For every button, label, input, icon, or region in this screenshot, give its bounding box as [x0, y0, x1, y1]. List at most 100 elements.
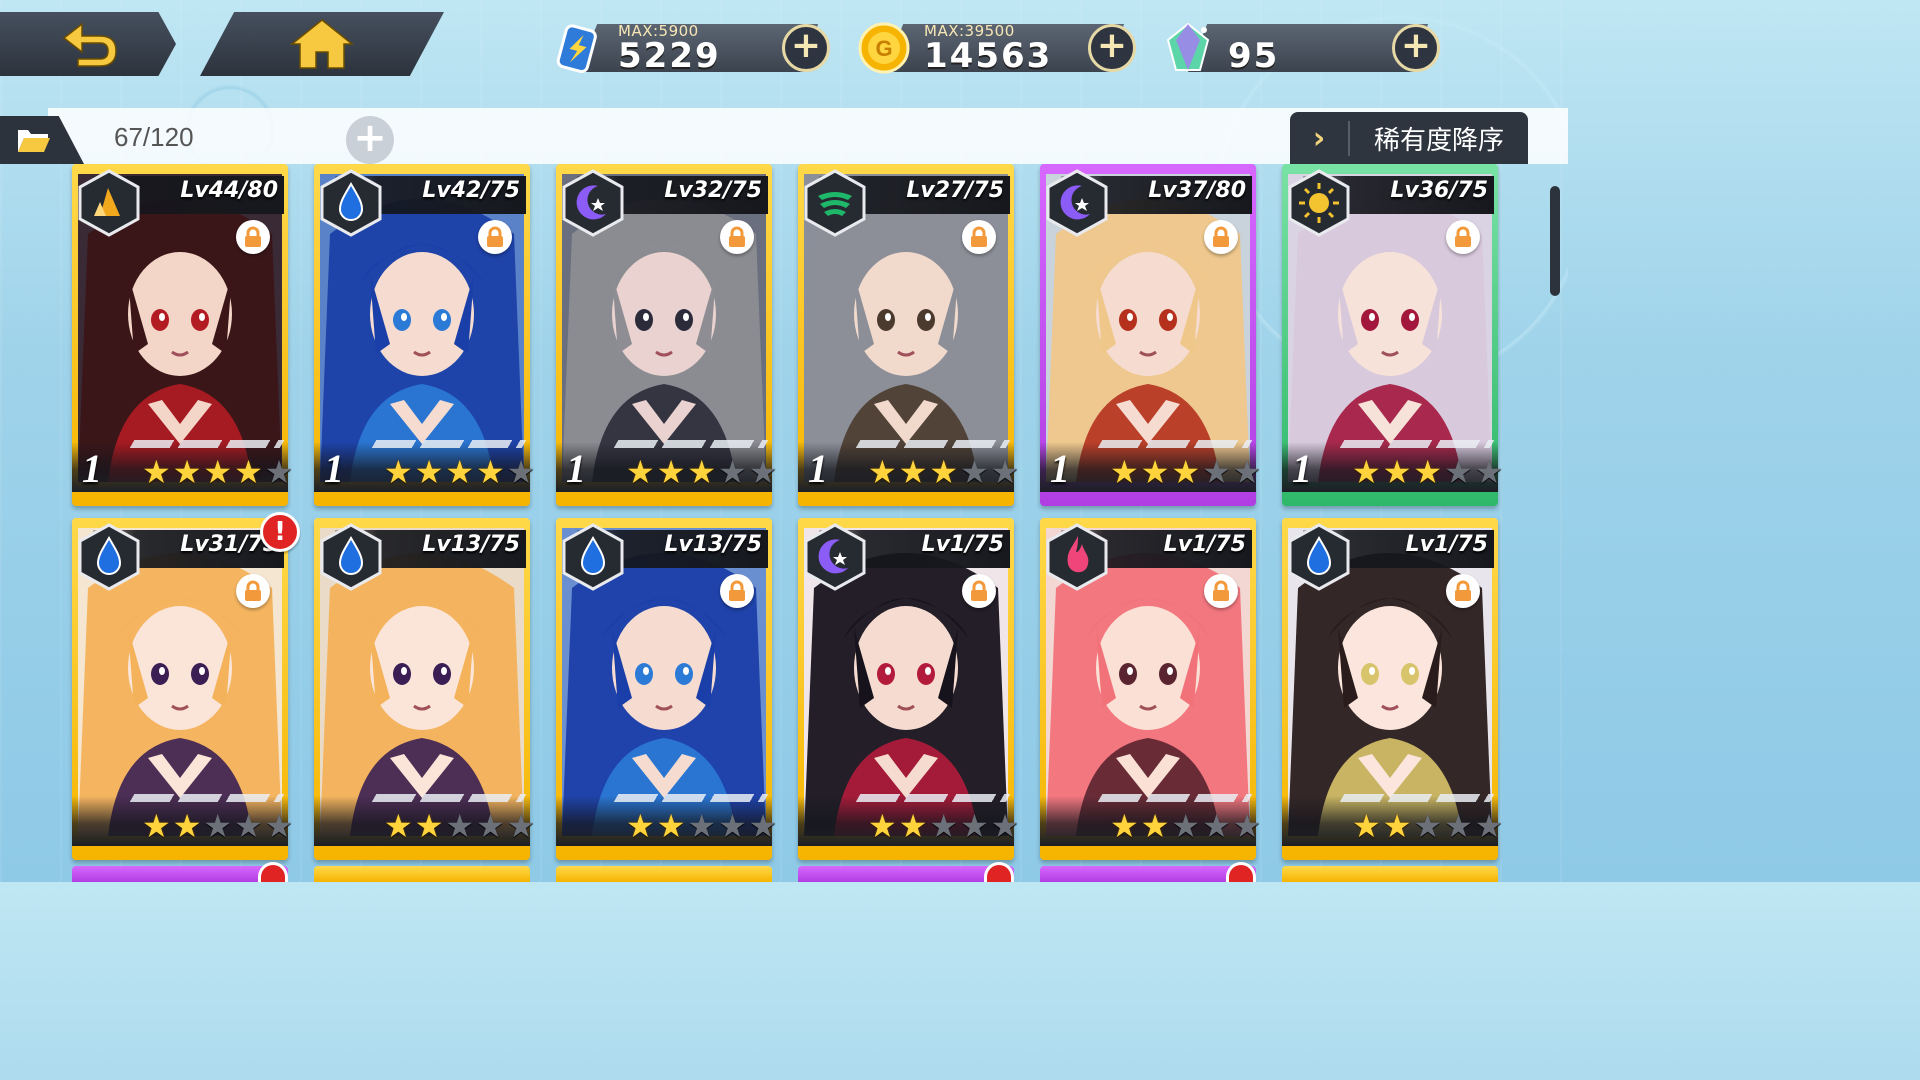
character-card[interactable]: Lv44/80 1 ★ ★ ★ ★ ★: [72, 164, 293, 506]
character-card[interactable]: Lv13/75 ★ ★ ★ ★ ★: [556, 518, 777, 860]
star-icon: ★: [1202, 807, 1231, 845]
lock-icon[interactable]: [1446, 220, 1480, 254]
sort-label: 稀有度降序: [1373, 125, 1504, 156]
star-icon: ★: [264, 807, 294, 845]
character-card[interactable]: Lv1/75 ★ ★ ★ ★ ★: [798, 518, 1019, 860]
character-grid: Lv44/80 1 ★ ★ ★ ★ ★ Lv42/75 1 ★ ★ ★ ★ ★ Lv32/75 1 ★ ★ ★ ★ ★ L…: [0, 160, 1568, 882]
character-card[interactable]: Lv36/75 1 ★ ★ ★ ★ ★: [1282, 164, 1503, 506]
character-card[interactable]: Lv13/75 ★ ★ ★ ★ ★: [314, 518, 535, 860]
star-icon: ★: [1444, 453, 1473, 491]
rarity-stars: ★ ★ ★ ★ ★: [384, 810, 535, 842]
star-icon: ★: [898, 807, 928, 845]
rarity-stars: ★ ★ ★ ★ ★: [626, 810, 777, 842]
card-stripes: [129, 440, 285, 448]
card-stripes: [1097, 440, 1253, 448]
card-stripes: [1097, 794, 1253, 802]
star-icon: ★: [960, 453, 989, 491]
character-card-peek[interactable]: [1282, 866, 1498, 882]
lock-icon[interactable]: [236, 220, 270, 254]
lock-icon[interactable]: [720, 220, 754, 254]
character-card-peek[interactable]: [1040, 866, 1256, 882]
lock-icon[interactable]: [720, 574, 754, 608]
plus-icon: +: [1400, 25, 1432, 66]
character-card[interactable]: Lv31/75 ★ ★ ★ ★ ★!: [72, 512, 300, 860]
gems-resource: 95 +: [1160, 20, 1440, 76]
inventory-count: 67/120: [114, 122, 194, 152]
star-icon: ★: [142, 453, 171, 491]
plus-icon: +: [1096, 25, 1128, 66]
lock-icon[interactable]: [962, 220, 996, 254]
star-icon: ★: [656, 807, 686, 845]
star-icon: ★: [1202, 453, 1231, 491]
star-icon: ★: [868, 453, 897, 491]
star-icon: ★: [414, 453, 444, 491]
water-element-icon: [316, 168, 386, 238]
lock-icon[interactable]: [1204, 220, 1238, 254]
character-card-peek[interactable]: [72, 866, 288, 882]
water-element-icon: [316, 522, 386, 592]
character-card[interactable]: Lv1/75 ★ ★ ★ ★ ★: [1040, 518, 1261, 860]
copy-count: 1: [1050, 446, 1070, 491]
character-card[interactable]: Lv1/75 ★ ★ ★ ★ ★: [1282, 518, 1503, 860]
card-stripes: [855, 794, 1011, 802]
star-icon: ★: [929, 453, 959, 491]
rarity-stars: ★ ★ ★ ★ ★: [1110, 456, 1261, 488]
add-stamina-button[interactable]: +: [782, 24, 830, 72]
gold-coin-icon: G: [856, 20, 912, 76]
star-icon: ★: [1140, 453, 1170, 491]
water-element-icon: [74, 522, 144, 592]
character-card-peek[interactable]: [798, 866, 1014, 882]
battery-bolt-icon: [550, 20, 606, 76]
rarity-stars: ★ ★ ★ ★ ★: [1352, 810, 1503, 842]
star-icon: ★: [1232, 453, 1262, 491]
sort-button[interactable]: › 稀有度降序: [1290, 112, 1528, 164]
lock-icon[interactable]: [1446, 574, 1480, 608]
add-gold-button[interactable]: +: [1088, 24, 1136, 72]
star-icon: ★: [445, 453, 475, 491]
star-icon: ★: [990, 807, 1020, 845]
inventory-toolbar: 67/120 + › 稀有度降序: [0, 104, 1568, 164]
star-icon: ★: [142, 807, 171, 845]
star-icon: ★: [1352, 807, 1381, 845]
star-icon: ★: [1140, 807, 1170, 845]
rarity-stars: ★ ★ ★ ★ ★: [868, 810, 1019, 842]
star-icon: ★: [1232, 807, 1262, 845]
plus-icon: +: [790, 25, 822, 66]
lock-icon[interactable]: [478, 220, 512, 254]
star-icon: ★: [172, 453, 202, 491]
star-icon: ★: [414, 807, 444, 845]
character-card[interactable]: Lv27/75 1 ★ ★ ★ ★ ★: [798, 164, 1019, 506]
home-button[interactable]: [200, 12, 444, 76]
wind-element-icon: [800, 168, 870, 238]
star-icon: ★: [718, 807, 747, 845]
lock-icon[interactable]: [962, 574, 996, 608]
back-button[interactable]: [0, 12, 176, 76]
character-card[interactable]: Lv37/80 1 ★ ★ ★ ★ ★: [1040, 164, 1261, 506]
star-icon: ★: [990, 453, 1020, 491]
star-icon: ★: [476, 807, 505, 845]
star-icon: ★: [626, 807, 655, 845]
card-stripes: [613, 440, 769, 448]
level-label: Lv44/80: [180, 178, 278, 203]
card-stripes: [613, 794, 769, 802]
earth-element-icon: [74, 168, 144, 238]
star-icon: ★: [718, 453, 747, 491]
folder-icon: [18, 130, 50, 152]
crystal-icon: [1160, 20, 1216, 76]
character-card[interactable]: Lv42/75 1 ★ ★ ★ ★ ★: [314, 164, 535, 506]
star-icon: ★: [384, 807, 413, 845]
dark-element-icon: [800, 522, 870, 592]
lock-icon[interactable]: [236, 574, 270, 608]
character-card-peek[interactable]: [556, 866, 772, 882]
lock-icon[interactable]: [1204, 574, 1238, 608]
star-icon: ★: [1110, 807, 1139, 845]
resource-value: 95: [1228, 36, 1280, 76]
add-gems-button[interactable]: +: [1392, 24, 1440, 72]
star-icon: ★: [445, 807, 475, 845]
top-bar: MAX:5900 5229 + G MAX:39500 14563 +95 +: [0, 0, 1568, 100]
star-icon: ★: [1474, 453, 1504, 491]
character-card-peek[interactable]: [314, 866, 530, 882]
expand-inventory-button[interactable]: +: [346, 116, 394, 164]
level-label: Lv13/75: [664, 532, 762, 557]
character-card[interactable]: Lv32/75 1 ★ ★ ★ ★ ★: [556, 164, 777, 506]
